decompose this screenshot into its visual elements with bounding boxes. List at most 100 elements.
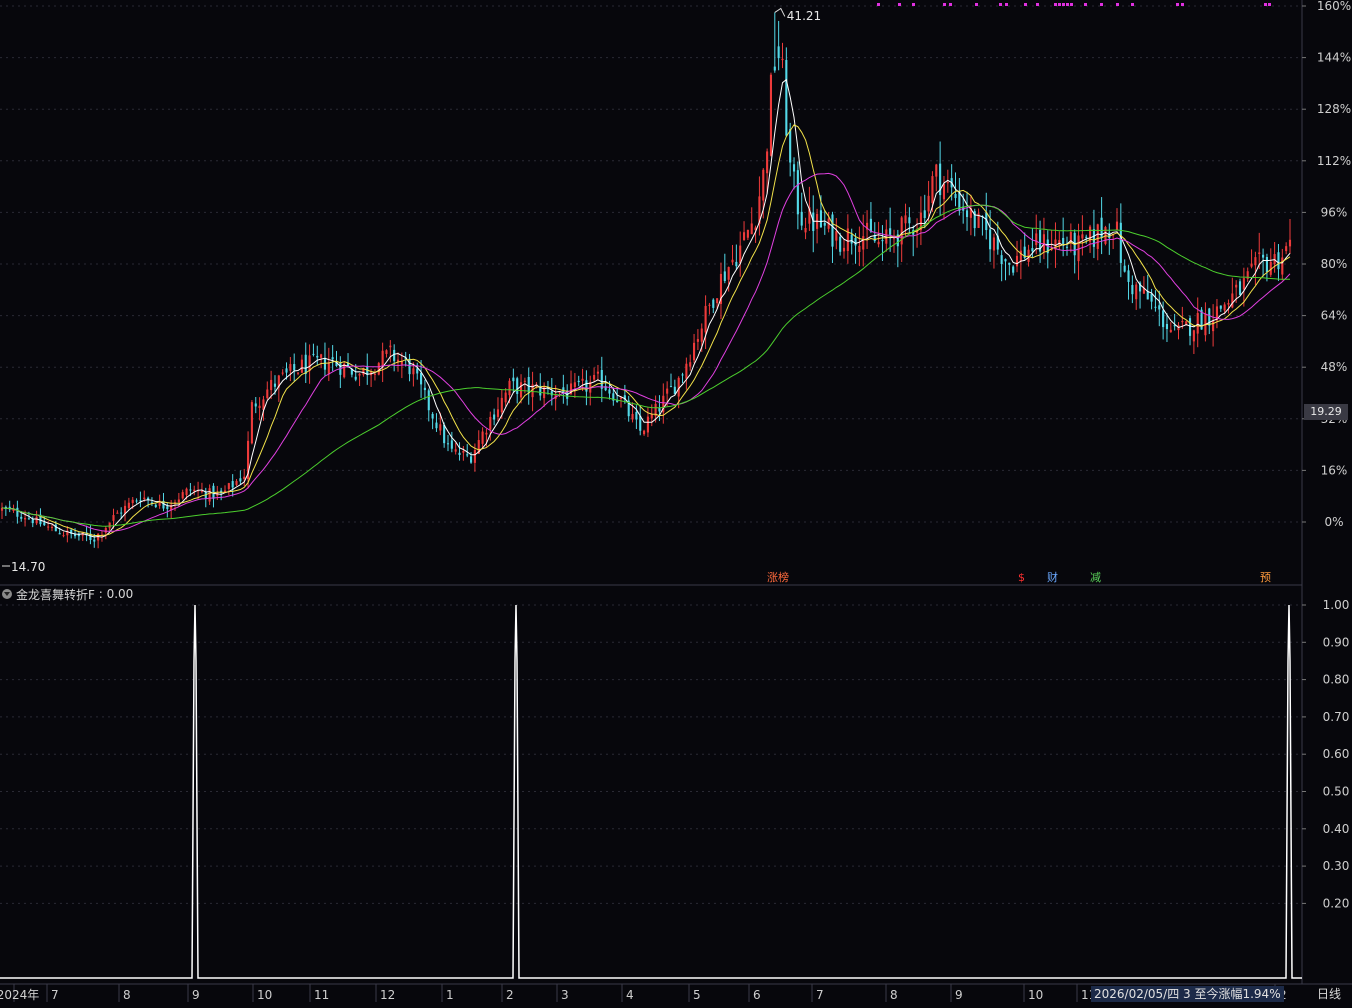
candle-body: [762, 169, 765, 201]
candle-body: [746, 229, 749, 238]
candle-body: [789, 129, 792, 163]
candle-body: [308, 355, 311, 372]
candle-body: [116, 512, 119, 514]
candle-body: [104, 527, 107, 533]
candle-body: [1188, 318, 1192, 336]
candlestick-chart[interactable]: 160%144%128%112%96%80%64%48%32%16%0%1.00…: [0, 0, 1352, 1004]
candle-body: [296, 372, 300, 374]
candle-body: [931, 176, 934, 204]
candle-body: [685, 363, 688, 379]
candle-body: [431, 413, 434, 419]
candle-body: [989, 229, 992, 250]
signal-dot: [1264, 3, 1267, 6]
candle-body: [823, 222, 826, 226]
candle-body: [27, 518, 30, 520]
candle-body: [389, 345, 392, 348]
moving-average-line: [1, 124, 1291, 536]
candle-body: [1162, 310, 1165, 328]
candle-body: [439, 424, 442, 431]
candle-body: [1096, 224, 1099, 249]
annotation-marker[interactable]: 涨榜: [766, 571, 790, 585]
candle-body: [666, 388, 669, 394]
candle-body: [946, 182, 949, 184]
candle-body: [1123, 265, 1126, 272]
candle-body: [235, 480, 238, 485]
candle-body: [1115, 221, 1119, 230]
candle-body: [47, 526, 50, 528]
candle-body: [723, 271, 726, 282]
candle-body: [1223, 304, 1226, 311]
candle-body: [1242, 278, 1245, 290]
axis-tick-label: 0%: [1324, 515, 1343, 529]
high-marker: [774, 7, 786, 17]
indicator-toggle-icon[interactable]: [2, 589, 12, 599]
period-selector[interactable]: 日线: [1306, 986, 1352, 1002]
candle-body: [689, 362, 692, 367]
indicator-sep: :: [94, 587, 107, 601]
price-labels-layer: 41.21 14.70: [2, 7, 821, 574]
candle-body: [819, 210, 822, 228]
candle-body: [270, 379, 273, 391]
indicator-name: 金龙喜舞转折F: [16, 587, 95, 602]
signal-dot: [1005, 3, 1008, 6]
candle-body: [1277, 252, 1280, 270]
candle-body: [123, 505, 127, 514]
axis-tick-label: 96%: [1321, 205, 1348, 219]
candle-body: [708, 304, 711, 306]
candle-body: [658, 408, 661, 412]
axis-tick-label: 0.30: [1323, 859, 1350, 873]
candle-body: [316, 355, 319, 358]
candle-body: [1227, 303, 1230, 305]
candle-body: [1119, 222, 1122, 263]
candle-body: [804, 227, 807, 233]
candle-body: [200, 490, 203, 492]
annotation-marker[interactable]: 减: [1089, 571, 1102, 585]
candle-body: [285, 368, 288, 373]
indicator-title[interactable]: 金龙喜舞转折F : 0.00: [0, 586, 133, 602]
candle-body: [1085, 236, 1088, 238]
candle-body: [842, 247, 846, 252]
candle-body: [1288, 239, 1292, 247]
candle-body: [1015, 255, 1019, 267]
annotation-marker[interactable]: 财: [1046, 571, 1059, 585]
axis-tick-label: 48%: [1321, 360, 1348, 374]
candle-body: [358, 373, 361, 376]
candle-body: [231, 481, 234, 488]
candle-body: [673, 386, 676, 394]
signal-dot: [1036, 3, 1039, 6]
axis-tick-label: 64%: [1321, 309, 1348, 323]
candle-body: [435, 422, 438, 429]
candle-body: [24, 517, 27, 520]
grid-layer: [0, 0, 1352, 985]
candle-body: [631, 413, 634, 420]
candle-body: [304, 354, 307, 375]
candle-body: [462, 450, 465, 453]
candle-body: [1131, 284, 1134, 295]
candle-body: [258, 405, 261, 409]
chart-stage[interactable]: 160%144%128%112%96%80%64%48%32%16%0%1.00…: [0, 0, 1352, 1004]
annotation-marker[interactable]: 预: [1259, 571, 1272, 585]
candle-body: [1181, 320, 1184, 323]
candle-body: [273, 383, 277, 387]
candle-body: [112, 515, 115, 521]
candle-body: [773, 66, 776, 71]
candle-body: [1169, 329, 1172, 333]
candle-body: [35, 516, 38, 524]
candle-body: [127, 502, 130, 508]
candle-body: [466, 454, 469, 456]
axis-tick-label: 0.20: [1323, 896, 1350, 910]
candle-body: [493, 414, 496, 420]
candle-body: [716, 298, 719, 304]
candle-body: [700, 328, 703, 342]
high-label: 41.21: [787, 9, 821, 23]
candle-body: [1158, 305, 1161, 310]
signal-dot: [949, 3, 952, 6]
candle-body: [681, 374, 684, 376]
candle-body: [135, 500, 138, 502]
candle-body: [504, 392, 507, 403]
annotation-marker[interactable]: $: [1017, 571, 1026, 585]
candle-body: [293, 364, 296, 371]
candle-body: [512, 377, 515, 382]
indicator-value: 0.00: [106, 587, 134, 601]
candle-body: [43, 522, 46, 526]
